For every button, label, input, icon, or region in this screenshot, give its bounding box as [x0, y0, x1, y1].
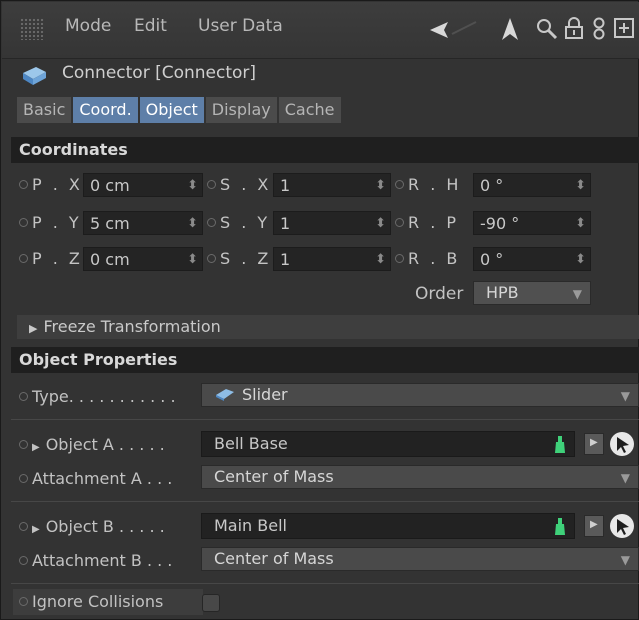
coordinates-section-header[interactable]: Coordinates	[11, 137, 639, 163]
keyframe-dot[interactable]	[395, 254, 404, 263]
keyframe-dot[interactable]	[19, 392, 28, 401]
scale-z-label: S . Z	[207, 249, 271, 268]
ignore-collisions-label-box: Ignore Collisions	[13, 589, 203, 615]
expand-object-a-button[interactable]: ▶	[584, 433, 604, 455]
pos-y-field[interactable]: 5 cm ⬍	[83, 211, 203, 235]
object-properties-section-header[interactable]: Object Properties	[11, 347, 639, 373]
expand-triangle-icon: ▶	[29, 322, 38, 335]
rot-b-field[interactable]: 0 ° ⬍	[473, 247, 591, 271]
chevron-down-icon: ▼	[620, 389, 630, 403]
keyframe-dot[interactable]	[207, 180, 216, 189]
rot-p-field[interactable]: -90 ° ⬍	[473, 211, 591, 235]
scale-z-field[interactable]: 1 ⬍	[273, 247, 391, 271]
ignore-collisions-checkbox[interactable]	[202, 594, 220, 612]
spin-arrows-icon[interactable]: ⬍	[575, 212, 586, 236]
keyframe-dot[interactable]	[19, 254, 28, 263]
pos-x-label: P . X	[19, 175, 83, 194]
order-dropdown[interactable]: HPB ▼	[473, 281, 591, 305]
chevron-down-icon: ▼	[620, 553, 630, 567]
keyframe-dot[interactable]	[395, 218, 404, 227]
tab-display[interactable]: Display	[205, 97, 277, 123]
attachment-a-dropdown[interactable]: Center of Mass ▼	[201, 465, 639, 489]
separator	[11, 583, 639, 584]
search-icon[interactable]	[536, 18, 558, 40]
grip-icon[interactable]	[20, 18, 44, 40]
attachment-a-label: Attachment A . . .	[19, 469, 172, 488]
type-dropdown[interactable]: Slider ▼	[201, 383, 639, 407]
menu-user-data[interactable]: User Data	[198, 16, 283, 36]
menu-edit[interactable]: Edit	[134, 16, 167, 36]
order-label: Order	[415, 284, 464, 304]
separator	[11, 419, 639, 420]
object-b-label: ▶ Object B . . . . .	[19, 517, 165, 536]
expand-object-b-button[interactable]: ▶	[584, 515, 604, 537]
separator	[11, 501, 639, 502]
object-a-link-field[interactable]: Bell Base	[201, 431, 575, 457]
freeze-transformation-toggle[interactable]: ▶ Freeze Transformation	[17, 315, 639, 339]
pick-arrow-icon[interactable]	[609, 513, 635, 539]
spin-arrows-icon[interactable]: ⬍	[375, 212, 386, 236]
keyframe-dot[interactable]	[19, 556, 28, 565]
keyframe-dot[interactable]	[19, 522, 28, 531]
rot-p-label: R . P	[395, 213, 459, 232]
tab-object[interactable]: Object	[139, 97, 204, 123]
object-link-icon	[555, 518, 565, 535]
pos-x-field[interactable]: 0 cm ⬍	[83, 173, 203, 197]
arrow-left-icon[interactable]	[430, 20, 478, 40]
type-label: Type. . . . . . . . . . .	[19, 387, 176, 406]
spin-arrows-icon[interactable]: ⬍	[187, 212, 198, 236]
keyframe-dot[interactable]	[19, 474, 28, 483]
pos-y-label: P . Y	[19, 213, 82, 232]
rot-h-label: R . H	[395, 175, 461, 194]
rot-b-label: R . B	[395, 249, 460, 268]
chevron-down-icon: ▼	[572, 287, 582, 301]
object-title: Connector [Connector]	[62, 63, 257, 83]
object-b-link-field[interactable]: Main Bell	[201, 513, 575, 539]
keyframe-dot[interactable]	[19, 218, 28, 227]
tab-bar: Basic Coord. Object Display Cache	[17, 97, 341, 123]
keyframe-dot[interactable]	[207, 218, 216, 227]
lock-icon[interactable]	[564, 16, 584, 40]
spin-arrows-icon[interactable]: ⬍	[575, 174, 586, 198]
spin-arrows-icon[interactable]: ⬍	[187, 174, 198, 198]
ignore-collisions-label: Ignore Collisions	[19, 592, 163, 611]
keyframe-dot[interactable]	[19, 440, 28, 449]
scale-x-field[interactable]: 1 ⬍	[273, 173, 391, 197]
attachment-b-label: Attachment B . . .	[19, 551, 172, 570]
keyframe-dot[interactable]	[395, 180, 404, 189]
menu-mode[interactable]: Mode	[65, 16, 111, 36]
add-icon[interactable]	[614, 18, 636, 40]
expand-triangle-icon[interactable]: ▶	[32, 442, 40, 453]
scale-y-field[interactable]: 1 ⬍	[273, 211, 391, 235]
attachment-b-dropdown[interactable]: Center of Mass ▼	[201, 547, 639, 571]
pick-arrow-icon[interactable]	[609, 431, 635, 457]
keyframe-dot[interactable]	[207, 254, 216, 263]
object-header: Connector [Connector]	[2, 59, 639, 89]
spin-arrows-icon[interactable]: ⬍	[375, 248, 386, 272]
keyframe-dot[interactable]	[19, 180, 28, 189]
menu-bar: Mode Edit User Data	[2, 2, 639, 59]
expand-triangle-icon[interactable]: ▶	[32, 524, 40, 535]
tab-cache[interactable]: Cache	[278, 97, 341, 123]
chevron-down-icon: ▼	[620, 471, 630, 485]
scale-x-label: S . X	[207, 175, 271, 194]
connector-icon	[23, 67, 46, 85]
object-link-icon	[555, 436, 565, 453]
tab-coord[interactable]: Coord.	[73, 97, 138, 123]
spin-arrows-icon[interactable]: ⬍	[187, 248, 198, 272]
arrow-up-icon[interactable]	[500, 16, 520, 42]
link-icon[interactable]	[592, 16, 606, 42]
spin-arrows-icon[interactable]: ⬍	[375, 174, 386, 198]
keyframe-dot[interactable]	[19, 597, 28, 606]
spin-arrows-icon[interactable]: ⬍	[575, 248, 586, 272]
pos-z-field[interactable]: 0 cm ⬍	[83, 247, 203, 271]
rot-h-field[interactable]: 0 ° ⬍	[473, 173, 591, 197]
scale-y-label: S . Y	[207, 213, 270, 232]
pos-z-label: P . Z	[19, 249, 83, 268]
tab-basic[interactable]: Basic	[17, 97, 72, 123]
slider-icon	[216, 389, 234, 401]
object-a-label: ▶ Object A . . . . .	[19, 435, 165, 454]
attribute-manager-panel: Mode Edit User Data Connector [Connector…	[0, 0, 639, 620]
